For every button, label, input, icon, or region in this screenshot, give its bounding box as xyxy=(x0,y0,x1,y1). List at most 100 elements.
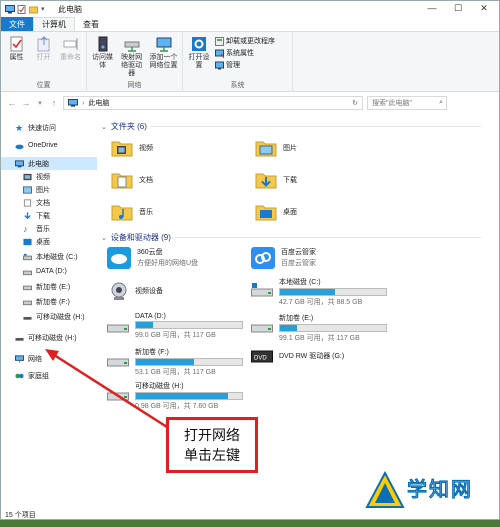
recent-locations-button[interactable]: ▾ xyxy=(35,99,45,107)
section-divider xyxy=(174,237,481,238)
folder-label: 下载 xyxy=(283,177,297,184)
device-360-cloud[interactable]: 360云盘 方便好用的网络U盘 xyxy=(107,247,198,269)
sidebar-item-downloads[interactable]: 下载 xyxy=(1,209,97,222)
cloud-drive-icon xyxy=(107,247,131,269)
sidebar-item-drive-h[interactable]: 可移动磁盘 (H:) xyxy=(1,310,97,323)
video-icon xyxy=(23,173,32,180)
sidebar-item-removable-h[interactable]: 可移动磁盘 (H:) xyxy=(1,331,97,344)
add-network-location-label: 添加一个网络位置 xyxy=(149,54,178,69)
drive-g-dvd[interactable]: DVD DVD RW 驱动器 (G:) xyxy=(251,349,344,363)
sidebar-item-pictures[interactable]: 图片 xyxy=(1,183,97,196)
drive-h[interactable]: 可移动磁盘 (H:) 0.98 GB 可用，共 7.60 GB xyxy=(107,381,243,411)
device-description: 百度云管家 xyxy=(281,260,316,267)
cloud-icon xyxy=(15,144,24,149)
folder-pictures[interactable]: 图片 xyxy=(255,139,297,157)
network-icon xyxy=(15,354,24,363)
drive-icon xyxy=(251,324,273,333)
rename-label: 重命名 xyxy=(60,54,81,61)
folder-downloads[interactable]: 下载 xyxy=(255,171,297,189)
sidebar-item-drive-f[interactable]: 新加卷 (F:) xyxy=(1,295,97,308)
sidebar-item-network[interactable]: 网络 xyxy=(1,352,97,365)
folders-section-header[interactable]: ⌄ 文件夹 (6) xyxy=(101,120,493,133)
uninstall-program-label: 卸载或更改程序 xyxy=(226,38,275,45)
drive-usage-fill xyxy=(136,359,195,365)
system-properties-button[interactable]: 系统属性 xyxy=(215,48,275,58)
sidebar-item-label: OneDrive xyxy=(28,142,58,149)
sidebar-item-drive-d[interactable]: DATA (D:) xyxy=(1,265,97,278)
sidebar-item-videos[interactable]: 视频 xyxy=(1,170,97,183)
sidebar-item-desktop[interactable]: 桌面 xyxy=(1,235,97,248)
folder-videos[interactable]: 视频 xyxy=(111,139,153,157)
sidebar-item-drive-e[interactable]: 新加卷 (E:) xyxy=(1,280,97,293)
video-folder-icon xyxy=(111,141,133,157)
drive-e[interactable]: 新加卷 (E:) 99.1 GB 可用，共 117 GB xyxy=(251,313,387,343)
sidebar-item-quick-access[interactable]: ★ 快速访问 xyxy=(1,121,97,134)
location-group-label: 位置 xyxy=(36,82,51,89)
drive-usage-text: 0.98 GB 可用，共 7.60 GB xyxy=(135,403,219,410)
sidebar-item-documents[interactable]: 文档 xyxy=(1,196,97,209)
music-icon: ♪ xyxy=(23,223,28,234)
computer-icon xyxy=(5,4,15,14)
homegroup-icon xyxy=(15,373,24,378)
drive-usage-bar xyxy=(279,288,387,296)
drive-f[interactable]: 新加卷 (F:) 53.1 GB 可用，共 117 GB xyxy=(107,347,243,377)
explorer-window: ▾ 此电脑 — ☐ ✕ 文件 计算机 查看 属性 打开 重命名 位置 访问媒体 … xyxy=(0,0,500,520)
folders-heading: 文件夹 (6) xyxy=(110,122,147,131)
drive-c[interactable]: 本地磁盘 (C:) 42.7 GB 可用，共 88.5 GB xyxy=(251,277,387,307)
properties-icon[interactable] xyxy=(17,4,26,14)
computer-icon xyxy=(15,159,24,167)
manage-label: 管理 xyxy=(226,62,240,69)
forward-button[interactable]: → xyxy=(21,98,31,108)
drive-name: 本地磁盘 (C:) xyxy=(279,279,321,286)
drive-usage-text: 99.1 GB 可用，共 117 GB xyxy=(279,335,360,342)
address-bar[interactable]: › 此电脑 ↻ xyxy=(63,96,363,110)
section-divider xyxy=(150,126,481,127)
minimize-button[interactable]: — xyxy=(419,1,445,15)
watermark-url: www.jmqz1000.com xyxy=(409,500,494,510)
refresh-icon[interactable]: ↻ xyxy=(348,99,362,107)
tab-file[interactable]: 文件 xyxy=(1,17,33,31)
dropdown-icon[interactable]: ▾ xyxy=(41,5,50,14)
tab-view[interactable]: 查看 xyxy=(75,17,107,31)
sidebar-item-onedrive[interactable]: OneDrive xyxy=(1,139,97,152)
sidebar-item-label: 本地磁盘 (C:) xyxy=(36,253,78,261)
sidebar-item-drive-c[interactable]: 本地磁盘 (C:) xyxy=(1,250,97,263)
up-button[interactable]: ↑ xyxy=(49,98,59,108)
sidebar-item-music[interactable]: ♪ 音乐 xyxy=(1,222,97,235)
chevron-down-icon: ⌄ xyxy=(101,123,107,131)
search-input[interactable]: 搜索"此电脑" ⌕ xyxy=(367,96,447,110)
folder-documents[interactable]: 文档 xyxy=(111,171,153,189)
drive-name: 可移动磁盘 (H:) xyxy=(135,383,184,390)
close-button[interactable]: ✕ xyxy=(471,1,497,15)
system-properties-icon xyxy=(215,49,224,58)
sidebar-item-this-pc[interactable]: 此电脑 xyxy=(1,157,97,170)
maximize-button[interactable]: ☐ xyxy=(445,1,471,15)
drive-usage-bar xyxy=(135,358,243,366)
back-button[interactable]: ← xyxy=(7,98,17,108)
folder-music[interactable]: 音乐 xyxy=(111,203,153,221)
download-icon xyxy=(24,211,31,219)
sidebar-item-label: 快速访问 xyxy=(28,124,56,132)
drive-d[interactable]: DATA (D:) 99.0 GB 可用，共 117 GB xyxy=(107,313,243,340)
sidebar-item-homegroup[interactable]: 家庭组 xyxy=(1,369,97,382)
devices-section-header[interactable]: ⌄ 设备和驱动器 (9) xyxy=(101,231,493,244)
folder-desktop[interactable]: 桌面 xyxy=(255,203,297,221)
device-webcam[interactable]: 视频设备 xyxy=(109,281,163,301)
drive-name: 新加卷 (F:) xyxy=(135,349,169,356)
manage-button[interactable]: 管理 xyxy=(215,60,275,70)
drive-name: DVD RW 驱动器 (G:) xyxy=(279,353,345,360)
uninstall-program-button[interactable]: 卸载或更改程序 xyxy=(215,36,275,46)
drive-usage-fill xyxy=(136,322,153,328)
folder-label: 文档 xyxy=(139,177,153,184)
drive-name: 新加卷 (E:) xyxy=(279,315,314,322)
usb-drive-icon xyxy=(107,392,129,401)
tab-computer[interactable]: 计算机 xyxy=(33,17,75,31)
callout-line-2: 单击左键 xyxy=(184,447,240,463)
new-folder-icon[interactable] xyxy=(29,5,38,14)
svg-text:DVD: DVD xyxy=(254,356,267,362)
device-name: 视频设备 xyxy=(135,288,163,295)
sidebar-item-label: 下载 xyxy=(36,212,50,220)
folder-label: 桌面 xyxy=(283,209,297,216)
windows-drive-icon xyxy=(251,283,273,297)
device-baidu-cloud[interactable]: 百度云管家 百度云管家 xyxy=(251,247,316,269)
